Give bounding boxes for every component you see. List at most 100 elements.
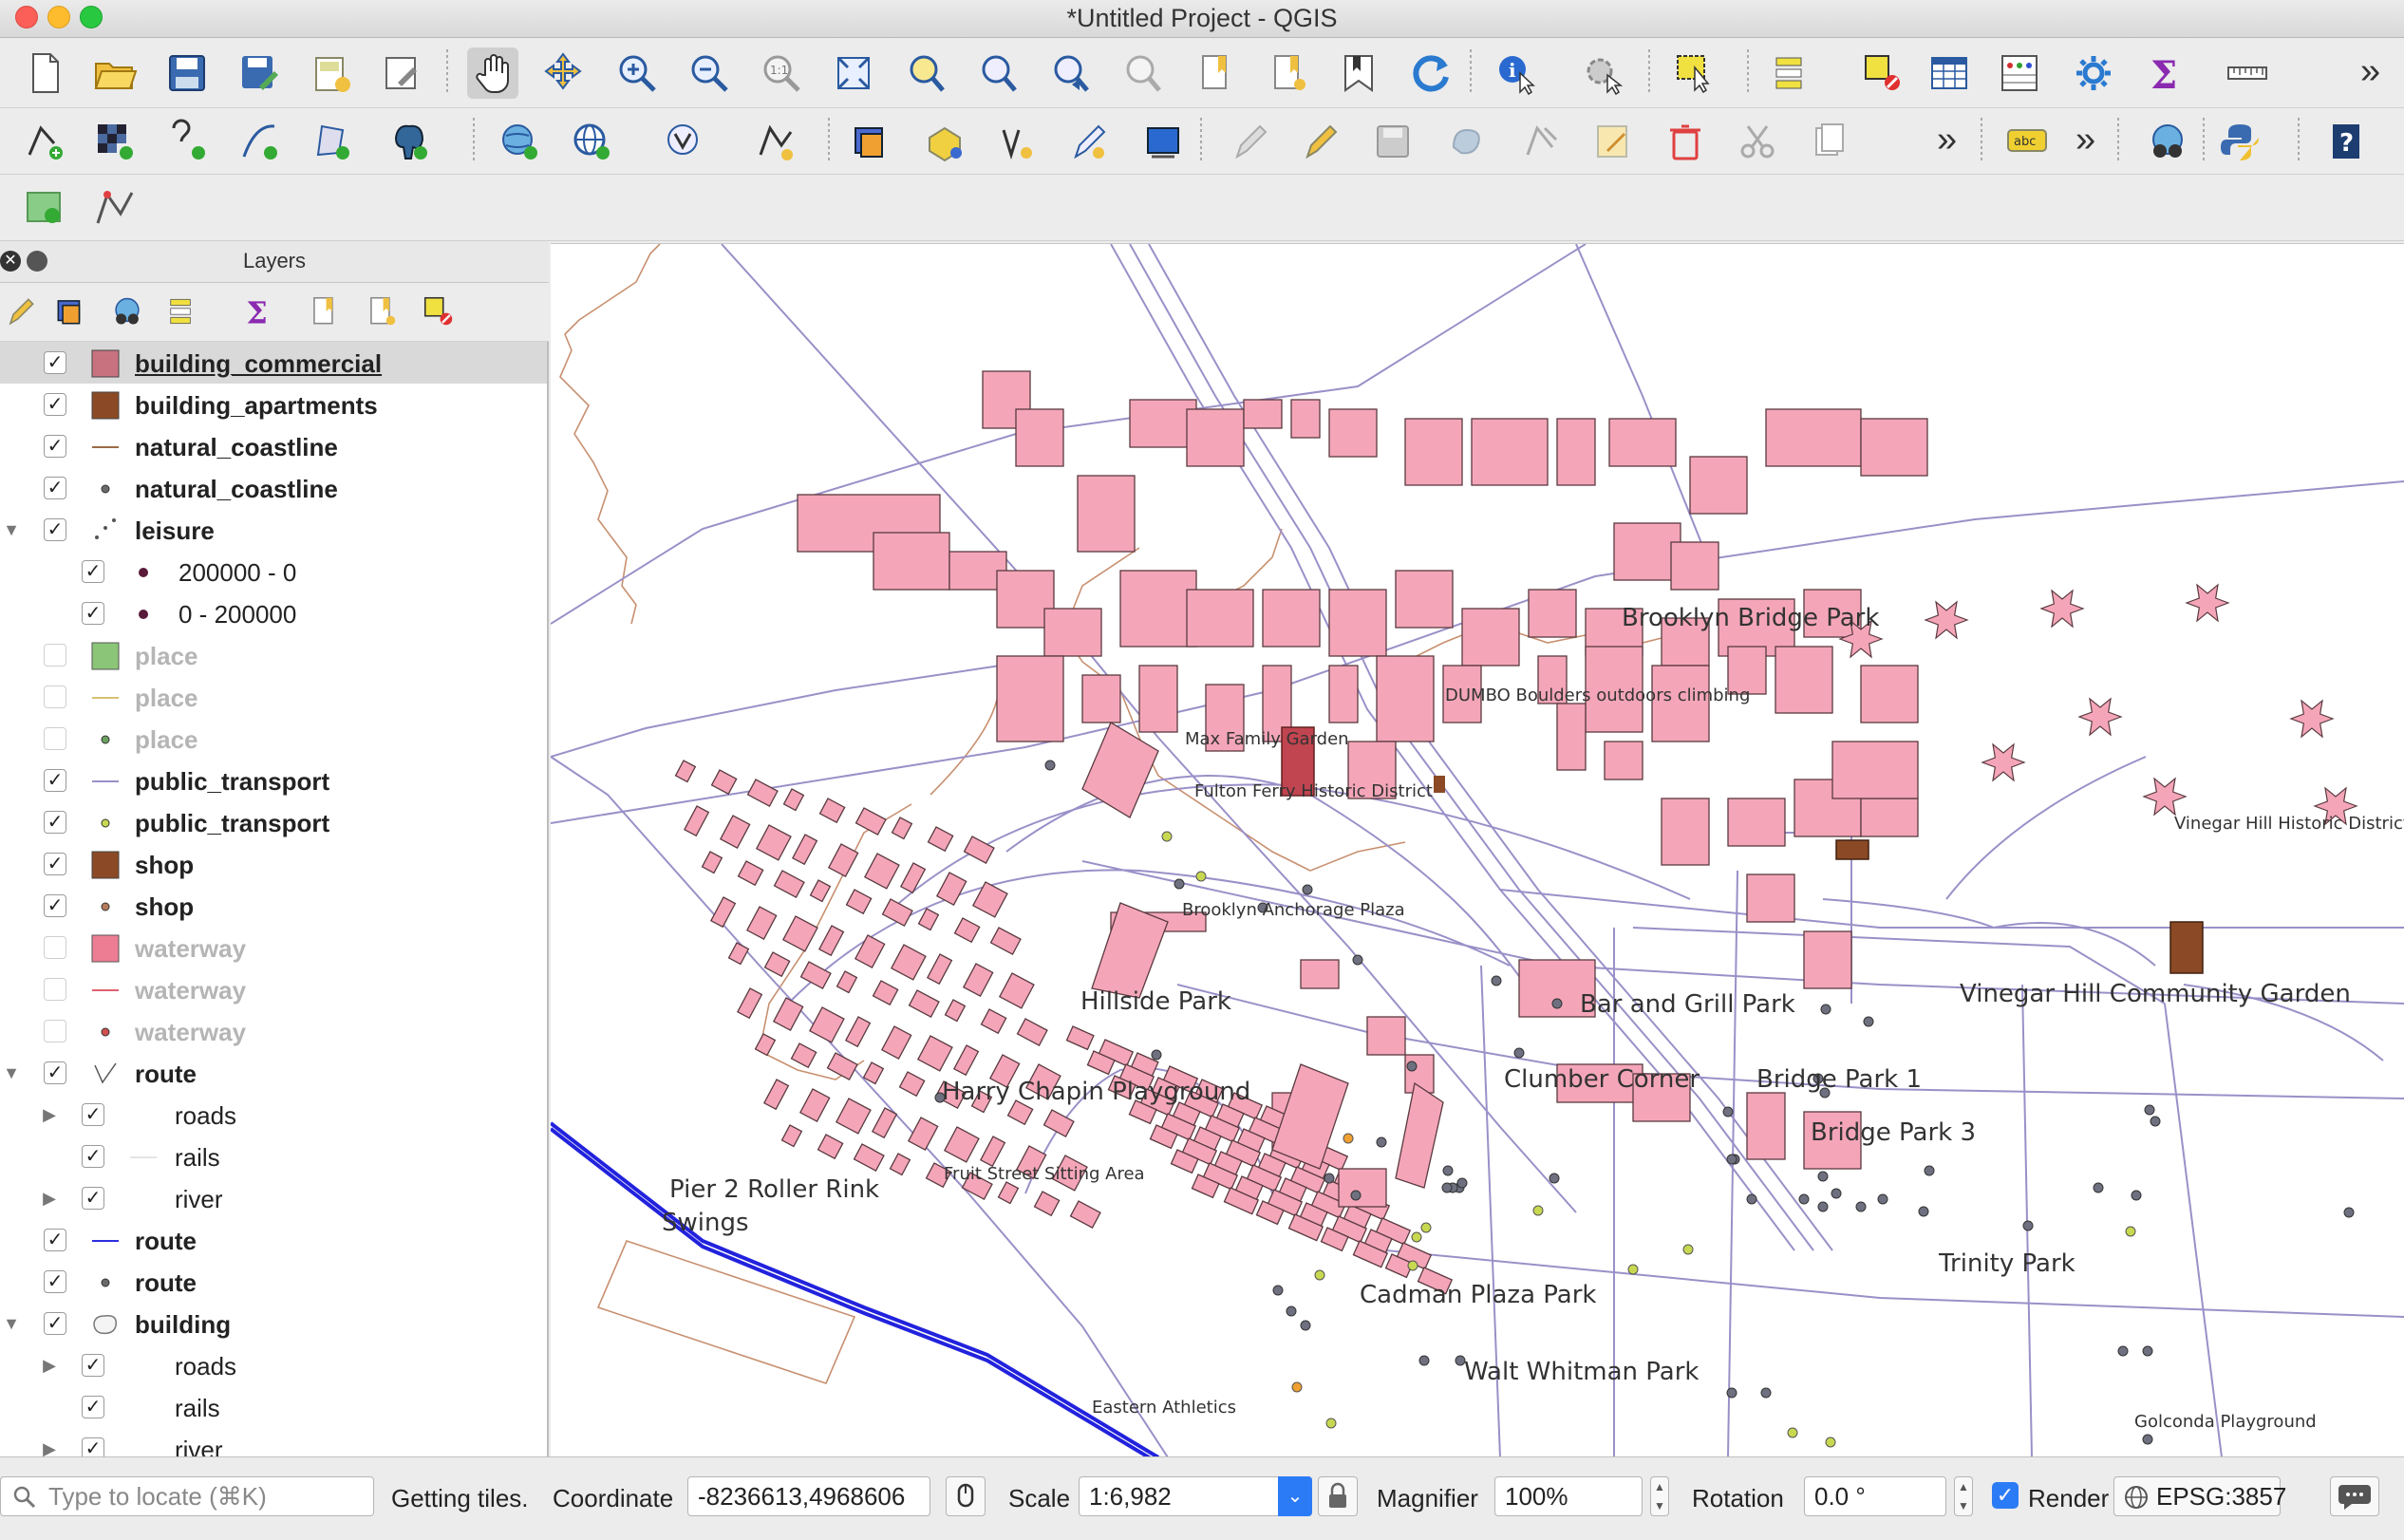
layer-row[interactable]: ✓ building_apartments bbox=[0, 384, 547, 425]
toolbar-overflow-button[interactable]: » bbox=[1937, 114, 1957, 165]
expanded-chevron-icon[interactable]: ▼ bbox=[2, 520, 21, 539]
zoom-in-button[interactable] bbox=[611, 47, 663, 99]
layer-visibility-checkbox[interactable]: ✓ bbox=[44, 936, 66, 959]
layer-row[interactable]: ✓ 200000 - 0 bbox=[0, 551, 547, 592]
layer-visibility-checkbox[interactable]: ✓ bbox=[44, 978, 66, 1001]
manage-visibility-button[interactable] bbox=[106, 291, 148, 332]
zoom-layer-button[interactable] bbox=[972, 47, 1024, 99]
layout-manager-button[interactable] bbox=[376, 47, 427, 99]
zoom-next-button[interactable] bbox=[1117, 47, 1168, 99]
save-project-button[interactable] bbox=[161, 47, 213, 99]
locator-search-input[interactable]: Type to locate (⌘K) bbox=[0, 1476, 374, 1516]
coordinate-field[interactable]: -8236613,4968606 bbox=[687, 1476, 930, 1516]
python-console-button[interactable] bbox=[2214, 116, 2265, 167]
measure-button[interactable] bbox=[2222, 47, 2273, 99]
layer-visibility-checkbox[interactable]: ✓ bbox=[82, 1103, 104, 1126]
new-virtual-layer-button[interactable] bbox=[991, 116, 1042, 167]
expanded-chevron-icon[interactable]: ▼ bbox=[2, 1314, 21, 1333]
vertex-tool-button[interactable] bbox=[1515, 116, 1567, 167]
select-by-value-button[interactable] bbox=[1768, 47, 1819, 99]
layer-row[interactable]: ✓ route bbox=[0, 1219, 547, 1261]
statistics-button[interactable]: Σ bbox=[2140, 47, 2191, 99]
add-spatialite-button[interactable] bbox=[306, 116, 357, 167]
add-raster-layer-button[interactable] bbox=[89, 116, 141, 167]
label-toolbar-button[interactable]: abc bbox=[2001, 116, 2053, 167]
add-vector-tile-button[interactable] bbox=[750, 116, 801, 167]
layer-visibility-checkbox[interactable]: ✓ bbox=[82, 1145, 104, 1168]
layer-visibility-checkbox[interactable]: ✓ bbox=[44, 393, 66, 416]
layer-row[interactable]: ✓ route bbox=[0, 1261, 547, 1303]
collapsed-chevron-icon[interactable]: ▶ bbox=[40, 1439, 59, 1456]
gps-tool-button[interactable] bbox=[1137, 116, 1189, 167]
messages-button[interactable] bbox=[2330, 1476, 2379, 1516]
collapsed-chevron-icon[interactable]: ▶ bbox=[40, 1105, 59, 1124]
toolbar-overflow-button[interactable]: » bbox=[2075, 114, 2095, 165]
new-temp-layer-button[interactable] bbox=[1063, 116, 1115, 167]
save-edits-button[interactable] bbox=[1367, 116, 1418, 167]
metasearch-button[interactable] bbox=[2142, 116, 2193, 167]
zoom-full-button[interactable] bbox=[828, 47, 879, 99]
layer-visibility-checkbox[interactable]: ✓ bbox=[44, 477, 66, 499]
current-edits-button[interactable] bbox=[1295, 116, 1346, 167]
magnifier-spinner[interactable]: ▲ ▼ bbox=[1650, 1476, 1669, 1516]
run-action-button[interactable] bbox=[1576, 47, 1627, 99]
layer-row[interactable]: ▶ ✓ river bbox=[0, 1177, 547, 1219]
new-spatialite-button[interactable] bbox=[919, 116, 970, 167]
layer-row[interactable]: ✓ natural_coastline bbox=[0, 425, 547, 467]
layer-visibility-checkbox[interactable]: ✓ bbox=[82, 602, 104, 625]
add-gps-layer-button[interactable] bbox=[234, 116, 285, 167]
layer-visibility-checkbox[interactable]: ✓ bbox=[44, 1312, 66, 1335]
map-canvas[interactable]: Brooklyn Bridge Park DUMBO Boulders outdo… bbox=[551, 243, 2404, 1456]
layer-visibility-checkbox[interactable]: ✓ bbox=[44, 351, 66, 374]
add-delimited-text-button[interactable] bbox=[161, 116, 213, 167]
collapsed-chevron-icon[interactable]: ▶ bbox=[40, 1356, 59, 1375]
modify-attributes-button[interactable] bbox=[1587, 116, 1639, 167]
layer-visibility-checkbox[interactable]: ✓ bbox=[82, 1437, 104, 1456]
layer-visibility-checkbox[interactable]: ✓ bbox=[44, 1229, 66, 1251]
rotation-field[interactable]: 0.0 ° bbox=[1804, 1476, 1946, 1516]
add-wms-button[interactable] bbox=[494, 116, 545, 167]
layer-row[interactable]: ✓ 0 - 200000 bbox=[0, 592, 547, 634]
layer-visibility-checkbox[interactable]: ✓ bbox=[44, 853, 66, 875]
layer-visibility-checkbox[interactable]: ✓ bbox=[44, 644, 66, 667]
layer-visibility-checkbox[interactable]: ✓ bbox=[44, 894, 66, 917]
layer-row[interactable]: ▶ ✓ roads bbox=[0, 1344, 547, 1386]
layer-row[interactable]: ▼ ✓ building bbox=[0, 1303, 547, 1344]
layer-visibility-checkbox[interactable]: ✓ bbox=[44, 685, 66, 708]
show-bookmarks-button[interactable] bbox=[1263, 47, 1314, 99]
layer-visibility-checkbox[interactable]: ✓ bbox=[44, 435, 66, 458]
pan-to-selection-button[interactable] bbox=[537, 47, 589, 99]
zoom-native-button[interactable]: 1:1 bbox=[756, 47, 807, 99]
crs-button[interactable]: EPSG:3857 bbox=[2113, 1476, 2286, 1516]
layer-row[interactable]: ✓ shop bbox=[0, 843, 547, 885]
layer-row[interactable]: ▶ ✓ river bbox=[0, 1428, 547, 1456]
layer-visibility-checkbox[interactable]: ✓ bbox=[44, 1061, 66, 1084]
collapsed-chevron-icon[interactable]: ▶ bbox=[40, 1189, 59, 1208]
zoom-selection-button[interactable] bbox=[900, 47, 951, 99]
add-feature-button[interactable] bbox=[1441, 116, 1493, 167]
new-print-layout-button[interactable] bbox=[306, 47, 357, 99]
copy-features-button[interactable] bbox=[1804, 116, 1855, 167]
layer-row[interactable]: ✓ public_transport bbox=[0, 801, 547, 843]
filter-legend-button[interactable] bbox=[163, 291, 205, 332]
georeferencer-button[interactable] bbox=[89, 182, 141, 234]
save-as-button[interactable] bbox=[234, 47, 285, 99]
add-virtual-layer-button[interactable] bbox=[659, 116, 710, 167]
layer-row[interactable]: ✓ waterway bbox=[0, 927, 547, 968]
layer-row[interactable]: ✓ place bbox=[0, 676, 547, 718]
layer-row[interactable]: ▼ ✓ leisure bbox=[0, 509, 547, 551]
layer-visibility-checkbox[interactable]: ✓ bbox=[44, 769, 66, 792]
select-features-button[interactable] bbox=[1669, 47, 1720, 99]
collapse-all-button[interactable] bbox=[361, 291, 403, 332]
field-calculator-button[interactable] bbox=[1994, 47, 2045, 99]
layer-row[interactable]: ▼ ✓ route bbox=[0, 1052, 547, 1094]
attribute-table-button[interactable] bbox=[1924, 47, 1975, 99]
expanded-chevron-icon[interactable]: ▼ bbox=[2, 1063, 21, 1082]
extents-toggle-button[interactable] bbox=[946, 1476, 986, 1516]
map-drawing[interactable]: Brooklyn Bridge Park DUMBO Boulders outdo… bbox=[551, 244, 2404, 1456]
plugin-tool-1-button[interactable] bbox=[19, 182, 70, 234]
new-geopackage-button[interactable] bbox=[845, 116, 896, 167]
layer-visibility-checkbox[interactable]: ✓ bbox=[44, 518, 66, 541]
layer-visibility-checkbox[interactable]: ✓ bbox=[44, 811, 66, 834]
add-vector-layer-button[interactable] bbox=[19, 116, 70, 167]
